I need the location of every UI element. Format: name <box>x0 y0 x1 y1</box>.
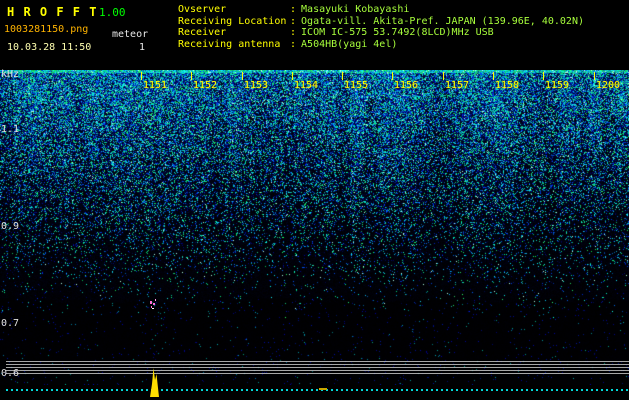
time-tick-label: 1154 <box>294 80 319 91</box>
time-tick <box>392 72 393 80</box>
info-row-location: Receiving Location: Ogata-vill. Akita-Pre… <box>178 16 584 28</box>
info-separator: : <box>290 4 297 15</box>
time-tick-label: 1156 <box>394 80 419 91</box>
app-version: 1.00 <box>99 6 126 19</box>
info-label: Receiving Location <box>178 15 287 27</box>
time-tick <box>141 72 142 80</box>
time-tick <box>594 72 595 80</box>
freq-tick-label: 0.7 <box>1 318 20 329</box>
level-graph-gridlines <box>6 361 629 375</box>
info-separator: : <box>290 38 297 50</box>
time-tick <box>543 72 544 80</box>
info-value: ICOM IC-575 53.7492(8LCD)MHz USB <box>301 27 494 38</box>
mode-label: meteor <box>112 29 149 40</box>
time-tick-label: 1153 <box>244 80 269 91</box>
time-tick <box>342 72 343 80</box>
info-separator: : <box>290 15 297 27</box>
date-time: 10.03.28 11:50 <box>7 42 92 53</box>
info-separator: : <box>290 27 297 38</box>
info-label: Ovserver <box>178 4 227 15</box>
info-label: Receiver <box>178 27 227 38</box>
time-tick-label: 1159 <box>545 80 570 91</box>
station-info-block: Ovserver: Masayuki Kobayashi Receiving Lo… <box>178 4 584 50</box>
hrofft-window: H R O F F T 1.00 1003281150.png meteor 1… <box>0 0 629 400</box>
meteor-count: 1 <box>139 42 146 53</box>
info-label: Receiving antenna <box>178 38 281 50</box>
time-tick <box>242 72 243 80</box>
time-tick <box>191 72 192 80</box>
freq-axis-unit: kHz <box>1 69 20 80</box>
time-tick-label: 1151 <box>143 80 168 91</box>
info-value: A504HB(yagi 4el) <box>301 38 398 50</box>
time-tick-label: 1157 <box>445 80 470 91</box>
time-tick-label: 1158 <box>495 80 520 91</box>
info-value: Masayuki Kobayashi <box>301 4 410 15</box>
freq-tick-label: 0.6 <box>1 368 20 379</box>
info-value: Ogata-vill. Akita-Pref. JAPAN (139.96E, … <box>301 15 584 27</box>
info-row-observer: Ovserver: Masayuki Kobayashi <box>178 4 584 16</box>
time-tick <box>443 72 444 80</box>
time-baseline-dotted-line <box>6 389 629 391</box>
time-tick-label: 1152 <box>193 80 218 91</box>
time-tick-label: 1200 <box>596 80 621 91</box>
spectrogram-canvas <box>0 70 629 385</box>
info-row-receiver: Receiver: ICOM IC-575 53.7492(8LCD)MHz US… <box>178 27 584 39</box>
time-tick <box>292 72 293 80</box>
freq-tick-label: 1.1 <box>1 124 20 135</box>
info-row-antenna: Receiving antenna: A504HB(yagi 4el) <box>178 39 584 51</box>
time-tick <box>493 72 494 80</box>
output-filename: 1003281150.png <box>4 24 89 35</box>
app-title: H R O F F T <box>7 5 98 19</box>
time-tick-label: 1155 <box>344 80 369 91</box>
freq-tick-label: 0.9 <box>1 221 20 232</box>
